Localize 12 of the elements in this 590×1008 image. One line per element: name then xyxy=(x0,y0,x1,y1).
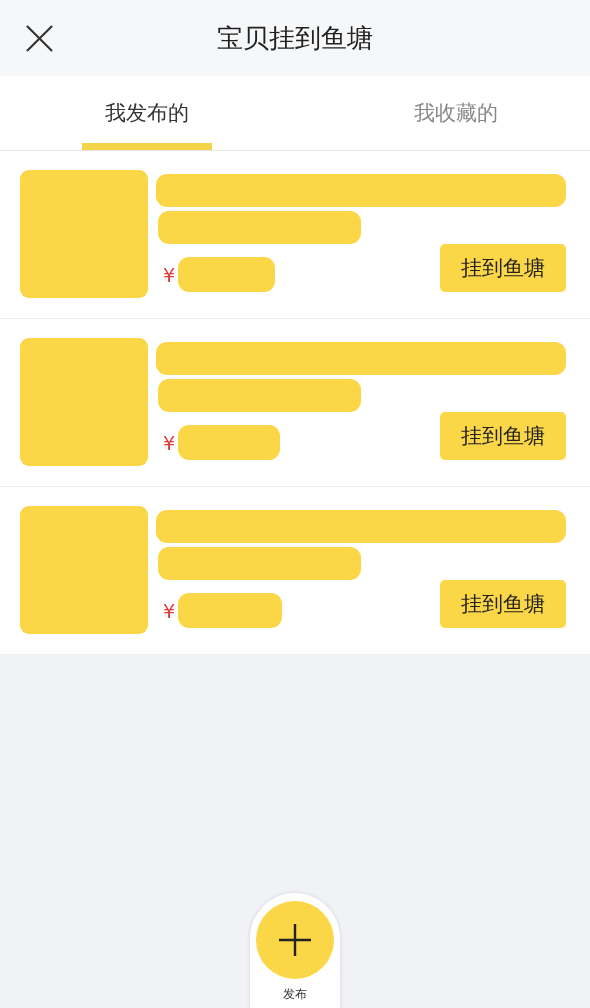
close-icon[interactable] xyxy=(25,24,54,53)
currency-sign: ¥ xyxy=(163,431,176,454)
currency-sign: ¥ xyxy=(163,599,176,622)
currency-sign: ¥ xyxy=(163,263,176,286)
publish-button[interactable]: 发布 xyxy=(250,893,340,1008)
page-title: 宝贝挂到鱼塘 xyxy=(217,21,373,55)
tab[interactable]: 我收藏的 xyxy=(322,76,590,150)
post-to-pond-button[interactable]: 挂到鱼塘 xyxy=(440,412,566,460)
post-to-pond-button[interactable]: 挂到鱼塘 xyxy=(440,580,566,628)
post-to-pond-button[interactable]: 挂到鱼塘 xyxy=(440,244,566,292)
tab[interactable]: 我发布的 xyxy=(82,76,212,150)
plus-icon xyxy=(278,923,312,957)
